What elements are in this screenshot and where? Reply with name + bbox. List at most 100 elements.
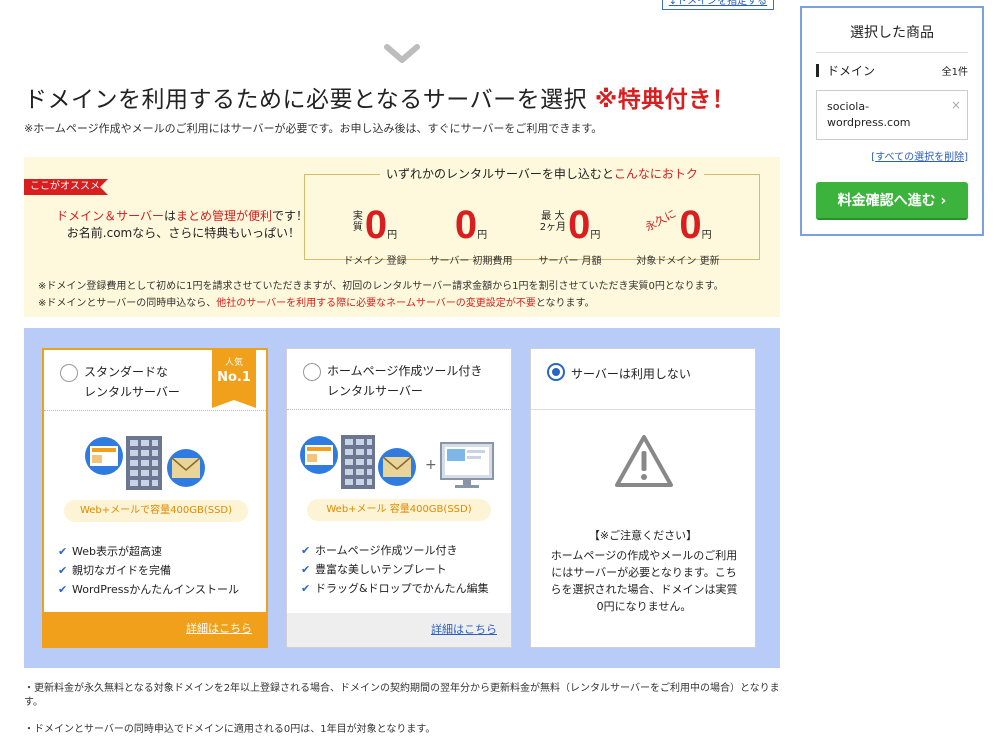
svg-text:+: + — [425, 457, 437, 473]
feature-text: 豊富な美しいテンプレート — [315, 563, 447, 576]
radio-homepage-tool[interactable] — [303, 363, 321, 381]
badge-main: No.1 — [217, 370, 251, 385]
server-mail-tool-illustration-icon: + — [300, 435, 494, 489]
plan-feature-list: ✔ Web表示が超高速 ✔ 親切なガイドを完備 ✔ WordPressかんたんインスト… — [58, 542, 239, 599]
zero-prefix: 最 大 2ヶ月 — [539, 211, 567, 233]
feature-text: WordPressかんたんインストール — [72, 583, 240, 596]
promo-mid: は — [163, 209, 176, 223]
yen-unit: 円 — [477, 230, 488, 241]
warning-text: ホームページの作成やメールのご利用にはサーバーが必要となります。こちらを選択され… — [550, 549, 738, 613]
popular-badge: 人気 No.1 — [212, 350, 256, 408]
feature-text: ドラッグ&ドロップでかんたん編集 — [315, 582, 489, 595]
card-divider — [531, 409, 755, 410]
feature-item: ✔ Web表示が超高速 — [58, 542, 239, 561]
badge-top: 人気 — [224, 358, 243, 368]
check-icon: ✔ — [58, 583, 68, 596]
selected-domain: sociola- wordpress.com × — [816, 90, 968, 140]
plan-title: ホームページ作成ツール付き レンタルサーバー — [327, 364, 483, 398]
promo-end: です！ — [271, 209, 308, 223]
plan-card-no-server[interactable]: サーバーは利用しない 【※ご注意ください】 ホームページの作成やメールのご利用に… — [530, 348, 756, 648]
section-marker — [816, 64, 819, 77]
check-icon: ✔ — [58, 545, 68, 558]
warning-title: 【※ご注意ください】 — [588, 529, 698, 542]
yen-unit: 円 — [590, 230, 601, 241]
promo-note-1: ※ドメイン登録費用として初めに1円を請求させていただきますが、初回のレンタルサー… — [38, 281, 724, 292]
selected-products-panel: 選択した商品 ドメイン 全1件 sociola- wordpress.com × … — [800, 6, 984, 236]
check-icon: ✔ — [58, 564, 68, 577]
server-plan-selector: スタンダードな レンタルサーバー 人気 No.1 Web+メールで容量400GB… — [24, 328, 780, 668]
zero-item-domain-registration: 実 質0円 ドメイン 登録 — [335, 203, 415, 267]
domain-label: ドメイン — [827, 64, 876, 78]
yen-unit: 円 — [701, 230, 712, 241]
page-title-bonus: ※特典付き！ — [594, 87, 736, 113]
note2-end: となります。 — [535, 298, 595, 309]
yen-unit: 円 — [387, 230, 398, 241]
page-title-text: ドメインを利用するために必要となるサーバーを選択 — [24, 87, 588, 113]
promo-red-1: ドメイン＆サーバー — [56, 209, 164, 223]
details-link[interactable]: 詳細はこちら — [186, 622, 252, 635]
note2-red: 他社のサーバーを利用する際に必要なネームサーバーの変更設定が不要 — [216, 298, 536, 309]
check-icon: ✔ — [301, 544, 311, 557]
zero-head-red: こんなにおトク — [613, 167, 698, 181]
item-count: 全1件 — [941, 67, 968, 78]
zero-number: 0 — [364, 203, 388, 247]
zero-item-server-monthly: 最 大 2ヶ月0円 サーバー 月額 — [527, 203, 613, 267]
zero-label: ドメイン 登録 — [343, 256, 407, 267]
zero-label: サーバー 月額 — [538, 256, 602, 267]
zero-label: サーバー 初期費用 — [429, 256, 513, 267]
plan-card-standard[interactable]: スタンダードな レンタルサーバー 人気 No.1 Web+メールで容量400GB… — [42, 348, 268, 648]
card-footer: 詳細はこちら — [44, 612, 266, 646]
specify-domain-link[interactable]: ↓ドメインを指定する — [662, 0, 774, 10]
feature-text: Web表示が超高速 — [72, 545, 162, 558]
zero-number: 0 — [679, 203, 702, 247]
delete-all-text[interactable]: すべての選択を削除 — [875, 152, 964, 163]
card-footer: 詳細はこちら — [287, 613, 511, 647]
details-link[interactable]: 詳細はこちら — [431, 623, 497, 636]
plan-spec: Web+メールで容量400GB(SSD) — [64, 500, 248, 522]
warning-icon — [615, 435, 673, 487]
forever-tag: 永久に — [643, 206, 679, 234]
promo-red-2: まとめ管理が便利 — [175, 209, 272, 223]
zero-number: 0 — [568, 203, 591, 247]
zero-yen-box: 実 質0円 ドメイン 登録 0円 サーバー 初期費用 最 大 2ヶ月0円 サーバ… — [304, 174, 760, 267]
promo-box: ここがオススメ ドメイン＆サーバーはまとめ管理が便利です！ お名前.comなら、… — [24, 157, 780, 317]
feature-item: ✔ 親切なガイドを完備 — [58, 561, 239, 580]
card-divider — [44, 410, 266, 411]
plan-card-homepage-tool[interactable]: ホームページ作成ツール付き レンタルサーバー + Web+メール 容量400GB… — [286, 348, 512, 648]
recommend-ribbon: ここがオススメ — [24, 179, 108, 195]
page-subtitle: ※ホームページ作成やメールのご利用にはサーバーが必要です。お申し込み後は、すぐに… — [24, 122, 603, 135]
check-icon: ✔ — [301, 582, 311, 595]
delete-all-link[interactable]: [すべての選択を削除] — [871, 148, 968, 163]
zero-item-server-setup: 0円 サーバー 初期費用 — [429, 203, 513, 267]
feature-text: 親切なガイドを完備 — [72, 564, 171, 577]
feature-text: ホームページ作成ツール付き — [315, 544, 458, 557]
page-title: ドメインを利用するために必要となるサーバーを選択 ※特典付き！ — [24, 80, 735, 114]
plan-title: スタンダードな レンタルサーバー — [84, 365, 180, 399]
card-divider — [287, 409, 511, 410]
plan-spec: Web+メール 容量400GB(SSD) — [307, 499, 491, 521]
zero-box-heading: いずれかのレンタルサーバーを申し込むとこんなにおトク — [380, 165, 704, 182]
promo-note-2: ※ドメインとサーバーの同時申込なら、他社のサーバーを利用する際に必要なネームサー… — [38, 294, 594, 309]
note2-start: ※ドメインとサーバーの同時申込なら、 — [38, 298, 217, 309]
promo-subline: お名前.comなら、さらに特典もいっぱい！ — [66, 226, 300, 240]
chevron-down-icon — [384, 44, 420, 63]
proceed-to-pricing-button[interactable]: 料金確認へ進む › — [816, 182, 968, 220]
plan-feature-list: ✔ ホームページ作成ツール付き ✔ 豊富な美しいテンプレート ✔ ドラッグ&ドロップで… — [301, 541, 489, 598]
radio-no-server[interactable] — [547, 363, 565, 381]
zero-number: 0 — [454, 203, 478, 247]
feature-item: ✔ 豊富な美しいテンプレート — [301, 560, 489, 579]
zero-prefix: 実 質 — [352, 211, 363, 233]
domain-name: sociola- wordpress.com — [827, 100, 911, 129]
radio-standard[interactable] — [60, 364, 78, 382]
promo-headline: ドメイン＆サーバーはまとめ管理が便利です！ — [38, 207, 308, 224]
remove-domain-icon[interactable]: × — [951, 97, 961, 113]
plan-title: サーバーは利用しない — [571, 367, 691, 381]
panel-divider — [816, 52, 968, 53]
zero-head-text: いずれかのレンタルサーバーを申し込むと — [386, 167, 614, 181]
footnote-renewal: ・更新料金が永久無料となる対象ドメインを2年以上登録される場合、ドメインの契約期… — [24, 683, 780, 708]
feature-item: ✔ ホームページ作成ツール付き — [301, 541, 489, 560]
panel-title: 選択した商品 — [850, 25, 934, 41]
feature-item: ✔ WordPressかんたんインストール — [58, 580, 239, 599]
footnote-zero-yen: ・ドメインとサーバーの同時申込でドメインに適用される0円は、1年目が対象となりま… — [24, 724, 436, 735]
check-icon: ✔ — [301, 563, 311, 576]
